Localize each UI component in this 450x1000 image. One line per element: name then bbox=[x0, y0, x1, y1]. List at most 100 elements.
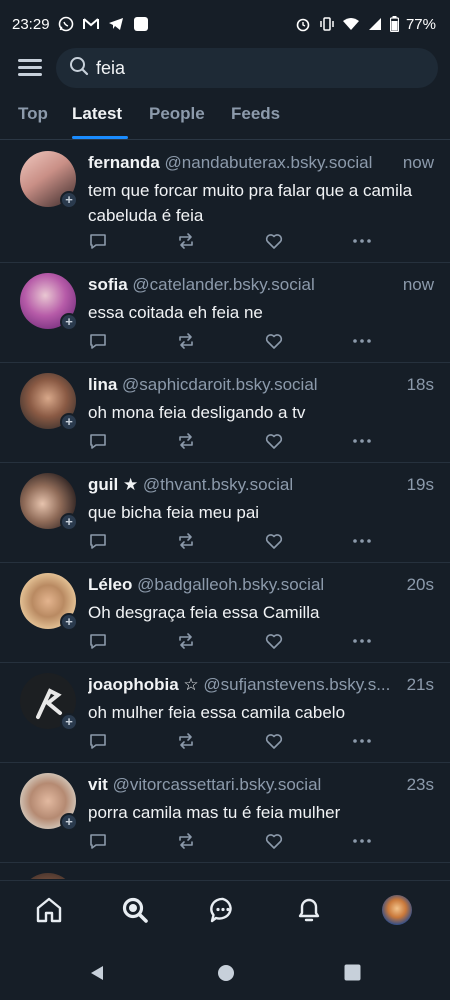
profile-avatar[interactable] bbox=[382, 895, 412, 925]
battery-icon bbox=[390, 15, 400, 33]
post-text: oh mulher feia essa camila cabelo bbox=[88, 703, 346, 722]
like-icon[interactable] bbox=[264, 731, 284, 751]
follow-plus-icon[interactable]: + bbox=[60, 191, 78, 209]
more-options-icon[interactable] bbox=[352, 531, 372, 551]
back-icon[interactable] bbox=[88, 964, 106, 987]
more-options-icon[interactable] bbox=[352, 731, 372, 751]
search-input[interactable]: feia bbox=[56, 48, 438, 88]
post-item[interactable]: + joaophobia ☆ @sufjanstevens.bsky.s... … bbox=[0, 663, 450, 763]
author-handle[interactable]: @saphicdaroit.bsky.social bbox=[122, 375, 318, 394]
repost-icon[interactable] bbox=[176, 631, 196, 651]
post-time: 23s bbox=[406, 775, 434, 794]
post-time: 20s bbox=[406, 575, 434, 594]
post-item[interactable]: + Léleo @badgalleoh.bsky.social 20s Oh d… bbox=[0, 563, 450, 663]
tab-top[interactable]: Top bbox=[18, 104, 48, 124]
reply-icon[interactable] bbox=[88, 431, 108, 451]
avatar[interactable] bbox=[20, 873, 76, 879]
menu-button[interactable] bbox=[18, 56, 44, 78]
repost-icon[interactable] bbox=[176, 231, 196, 251]
like-icon[interactable] bbox=[264, 231, 284, 251]
clock-time: 23:29 bbox=[12, 15, 50, 33]
author-name[interactable]: Léleo bbox=[88, 575, 132, 594]
author-handle[interactable]: @nandabuterax.bsky.social bbox=[165, 153, 373, 172]
post-actions bbox=[88, 631, 378, 653]
chat-icon[interactable] bbox=[208, 895, 238, 925]
like-icon[interactable] bbox=[264, 631, 284, 651]
reply-icon[interactable] bbox=[88, 631, 108, 651]
reply-icon[interactable] bbox=[88, 531, 108, 551]
search-icon[interactable] bbox=[120, 895, 150, 925]
repost-icon[interactable] bbox=[176, 431, 196, 451]
post-item[interactable]: + lina @saphicdaroit.bsky.social 18s oh … bbox=[0, 363, 450, 463]
author-handle[interactable]: @thvant.bsky.social bbox=[143, 475, 293, 494]
follow-plus-icon[interactable]: + bbox=[60, 513, 78, 531]
more-options-icon[interactable] bbox=[352, 631, 372, 651]
post-text: oh mona feia desligando a tv bbox=[88, 403, 306, 422]
more-options-icon[interactable] bbox=[352, 831, 372, 851]
follow-plus-icon[interactable]: + bbox=[60, 613, 78, 631]
home-circle-icon[interactable] bbox=[217, 964, 235, 987]
tab-people[interactable]: People bbox=[149, 104, 205, 124]
gmail-icon bbox=[82, 15, 100, 33]
author-name[interactable]: lina bbox=[88, 375, 117, 394]
reply-icon[interactable] bbox=[88, 731, 108, 751]
post-actions bbox=[88, 731, 378, 753]
reply-icon[interactable] bbox=[88, 231, 108, 251]
like-icon[interactable] bbox=[264, 531, 284, 551]
author-name[interactable]: vit bbox=[88, 775, 108, 794]
post-item[interactable]: + guil ★ @thvant.bsky.social 19s que bic… bbox=[0, 463, 450, 563]
follow-plus-icon[interactable]: + bbox=[60, 713, 78, 731]
author-handle[interactable]: @sufjanstevens.bsky.s... bbox=[203, 675, 390, 694]
more-options-icon[interactable] bbox=[352, 431, 372, 451]
repost-icon[interactable] bbox=[176, 731, 196, 751]
post-actions bbox=[88, 231, 378, 253]
tab-feeds[interactable]: Feeds bbox=[231, 104, 280, 124]
post-time: 19s bbox=[406, 475, 434, 494]
notifications-icon[interactable] bbox=[294, 895, 324, 925]
author-handle[interactable]: @catelander.bsky.social bbox=[132, 275, 314, 294]
like-icon[interactable] bbox=[264, 331, 284, 351]
post-time: now bbox=[402, 275, 434, 294]
like-icon[interactable] bbox=[264, 431, 284, 451]
author-name[interactable]: sofia bbox=[88, 275, 128, 294]
home-icon[interactable] bbox=[34, 895, 64, 925]
reply-icon[interactable] bbox=[88, 831, 108, 851]
tab-latest[interactable]: Latest bbox=[72, 104, 122, 124]
alarm-icon bbox=[294, 15, 312, 33]
battery-level: 77% bbox=[405, 15, 436, 33]
more-options-icon[interactable] bbox=[352, 231, 372, 251]
author-handle[interactable]: @badgalleoh.bsky.social bbox=[137, 575, 324, 594]
bottom-nav bbox=[0, 880, 450, 942]
repost-icon[interactable] bbox=[176, 331, 196, 351]
post-text: essa coitada eh feia ne bbox=[88, 303, 263, 322]
more-options-icon[interactable] bbox=[352, 331, 372, 351]
recents-icon[interactable] bbox=[344, 964, 361, 986]
post-item[interactable]: + sofia @catelander.bsky.social now essa… bbox=[0, 263, 450, 363]
repost-icon[interactable] bbox=[176, 831, 196, 851]
post-item[interactable]: + fernanda @nandabuterax.bsky.social now… bbox=[0, 141, 450, 263]
active-tab-indicator bbox=[72, 136, 128, 139]
repost-icon[interactable] bbox=[176, 531, 196, 551]
post-actions bbox=[88, 331, 378, 353]
follow-plus-icon[interactable]: + bbox=[60, 813, 78, 831]
status-bar: 23:29 77% bbox=[0, 0, 450, 48]
author-name[interactable]: joaophobia ☆ bbox=[88, 675, 199, 694]
vibrate-icon bbox=[318, 15, 336, 33]
app-square-icon bbox=[132, 15, 150, 33]
author-name[interactable]: guil ★ bbox=[88, 475, 138, 494]
like-icon[interactable] bbox=[264, 831, 284, 851]
follow-plus-icon[interactable]: + bbox=[60, 313, 78, 331]
whatsapp-icon bbox=[57, 15, 75, 33]
author-handle[interactable]: @vitorcassettari.bsky.social bbox=[113, 775, 322, 794]
reply-icon[interactable] bbox=[88, 331, 108, 351]
system-navigation bbox=[0, 942, 450, 1000]
post-text: porra camila mas tu é feia mulher bbox=[88, 803, 341, 822]
author-name[interactable]: fernanda bbox=[88, 153, 160, 172]
post-time: now bbox=[402, 153, 434, 172]
search-icon bbox=[68, 55, 90, 82]
follow-plus-icon[interactable]: + bbox=[60, 413, 78, 431]
post-item[interactable]: + vit @vitorcassettari.bsky.social 23s p… bbox=[0, 763, 450, 863]
post-feed[interactable]: + fernanda @nandabuterax.bsky.social now… bbox=[0, 141, 450, 879]
post-item[interactable] bbox=[0, 863, 450, 879]
search-tabs: Top Latest People Feeds bbox=[0, 96, 450, 140]
